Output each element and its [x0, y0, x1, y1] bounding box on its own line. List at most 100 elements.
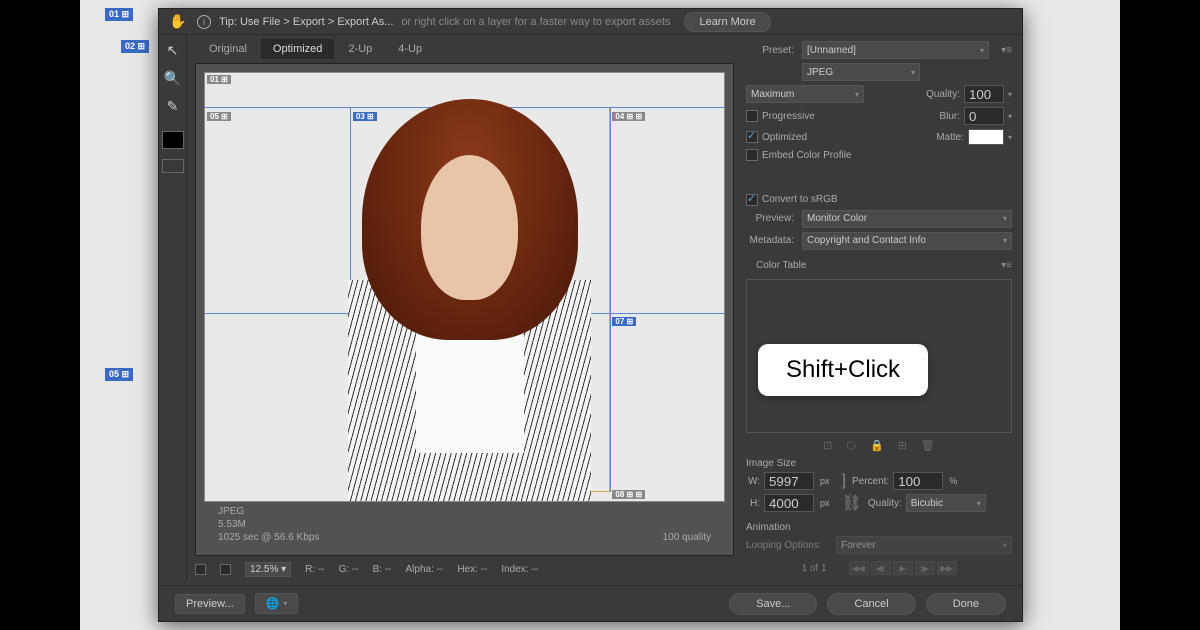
- percent-label: Percent:: [852, 476, 889, 487]
- learn-more-button[interactable]: Learn More: [684, 12, 770, 32]
- preset-label: Preset:: [746, 45, 798, 56]
- ct-trash-icon[interactable]: 🗑: [921, 439, 935, 452]
- resample-select[interactable]: Bicubic▾: [906, 494, 986, 512]
- compression-select[interactable]: Maximum▾: [746, 85, 864, 103]
- looping-select: Forever▾: [836, 536, 1012, 554]
- ct-icon-2[interactable]: ⬡: [846, 439, 856, 452]
- quality-label: Quality:: [926, 89, 960, 100]
- tip-text-prefix: Tip: Use File > Export > Export As...: [219, 16, 393, 28]
- blur-dropdown-icon[interactable]: ▾: [1008, 112, 1012, 121]
- resample-quality-label: Quality:: [868, 498, 902, 509]
- bottom-bar: Preview... 🌐 ▾ Save... Cancel Done: [159, 585, 1022, 621]
- width-label: W:: [746, 476, 760, 487]
- preview-label: Preview:: [746, 213, 798, 224]
- slice-badge-07[interactable]: 07 ⊞: [612, 317, 636, 326]
- color-table-menu-icon[interactable]: ▾≡: [1001, 260, 1012, 271]
- frame-counter: 1 of 1: [801, 563, 826, 574]
- cancel-button[interactable]: Cancel: [827, 593, 915, 615]
- info-g: G: --: [339, 564, 359, 575]
- foreground-swatch[interactable]: [162, 131, 184, 149]
- slice-badge-04: 04 ⊞ ⊞: [612, 112, 645, 121]
- matte-label: Matte:: [936, 132, 964, 143]
- hand-tool-icon[interactable]: ✋: [167, 11, 189, 33]
- link-bracket-icon[interactable]: ]: [840, 472, 848, 490]
- link-icon[interactable]: ⛓: [840, 493, 864, 513]
- matte-swatch[interactable]: [968, 129, 1004, 145]
- preset-select[interactable]: [Unnamed]▾: [802, 41, 989, 59]
- ct-icon-1[interactable]: ⊡: [823, 439, 832, 452]
- bg-slice-02: 02 ⊞: [121, 40, 149, 53]
- view-tabs: Original Optimized 2-Up 4-Up: [187, 35, 742, 59]
- ct-lock-icon[interactable]: 🔒: [870, 439, 884, 452]
- next-frame-button: |▶: [915, 561, 935, 575]
- tab-optimized[interactable]: Optimized: [261, 39, 335, 59]
- tab-4up[interactable]: 4-Up: [386, 39, 434, 59]
- height-input[interactable]: [764, 494, 814, 512]
- info-bar: 12.5% ▾ R: -- G: -- B: -- Alpha: -- Hex:…: [187, 558, 742, 581]
- tip-bar: ✋ i Tip: Use File > Export > Export As..…: [159, 9, 1022, 35]
- metadata-label: Metadata:: [746, 235, 798, 246]
- status-speed: 1025 sec @ 56.6 Kbps: [218, 532, 319, 543]
- browser-preview-button[interactable]: 🌐 ▾: [255, 593, 299, 614]
- progressive-checkbox[interactable]: [746, 110, 758, 122]
- percent-unit: %: [949, 476, 957, 486]
- status-format: JPEG: [218, 506, 319, 517]
- pointer-tool[interactable]: ↖: [162, 39, 184, 61]
- instruction-callout: Shift+Click: [758, 344, 928, 396]
- bg-slice-01: 01 ⊞: [105, 8, 133, 21]
- height-unit: px: [820, 498, 830, 508]
- info-alpha: Alpha: --: [406, 564, 444, 575]
- save-for-web-dialog: ✋ i Tip: Use File > Export > Export As..…: [158, 8, 1023, 622]
- color-table-label: Color Table: [756, 260, 806, 271]
- zoom-select[interactable]: 12.5% ▾: [245, 562, 291, 577]
- blur-input[interactable]: [964, 107, 1004, 125]
- first-frame-button: ◀◀: [849, 561, 869, 575]
- ct-new-icon[interactable]: ⊞: [898, 439, 907, 452]
- done-button[interactable]: Done: [926, 593, 1006, 615]
- save-button[interactable]: Save...: [729, 593, 817, 615]
- convert-srgb-checkbox[interactable]: [746, 194, 758, 206]
- info-index: Index: --: [501, 564, 538, 575]
- tab-original[interactable]: Original: [197, 39, 259, 59]
- tool-column: ↖ 🔍 ✎: [159, 35, 187, 581]
- info-icon: i: [197, 15, 211, 29]
- infobar-chk1[interactable]: [195, 564, 206, 575]
- metadata-select[interactable]: Copyright and Contact Info▾: [802, 232, 1012, 250]
- image-size-title: Image Size: [746, 458, 1012, 469]
- height-label: H:: [746, 498, 760, 509]
- percent-input[interactable]: [893, 472, 943, 490]
- looping-label: Looping Options:: [746, 540, 832, 551]
- width-unit: px: [820, 476, 830, 486]
- progressive-label: Progressive: [762, 111, 815, 122]
- format-select[interactable]: JPEG▾: [802, 63, 920, 81]
- status-quality: 100 quality: [663, 532, 711, 543]
- width-input[interactable]: [764, 472, 814, 490]
- preset-menu-icon[interactable]: ▾≡: [1001, 45, 1012, 56]
- color-table-toolbar: ⊡ ⬡ 🔒 ⊞ 🗑: [746, 439, 1012, 452]
- portrait-image: [335, 99, 605, 501]
- quality-dropdown-icon[interactable]: ▾: [1008, 90, 1012, 99]
- animation-title: Animation: [746, 522, 1012, 533]
- eyedropper-tool[interactable]: ✎: [162, 95, 184, 117]
- last-frame-button: ▶▶: [937, 561, 957, 575]
- info-b: B: --: [373, 564, 392, 575]
- embed-profile-checkbox[interactable]: [746, 149, 758, 161]
- settings-panel: Preset: [Unnamed]▾ ▾≡ JPEG▾ Maximum▾ Qua…: [742, 35, 1022, 581]
- matte-dropdown-icon[interactable]: ▾: [1008, 133, 1012, 142]
- preview-canvas[interactable]: 01 ⊞ 03 ⊞ 04 ⊞ ⊞ 05 ⊞ 06 07 ⊞ 08 ⊞ ⊞: [204, 72, 725, 502]
- infobar-chk2[interactable]: [220, 564, 231, 575]
- optimized-checkbox[interactable]: [746, 131, 758, 143]
- quality-input[interactable]: [964, 85, 1004, 103]
- info-hex: Hex: --: [457, 564, 487, 575]
- optimized-label: Optimized: [762, 132, 807, 143]
- tab-2up[interactable]: 2-Up: [336, 39, 384, 59]
- info-r: R: --: [305, 564, 324, 575]
- preview-button[interactable]: Preview...: [175, 594, 245, 614]
- status-bar: JPEG 5.53M 1025 sec @ 56.6 Kbps 100 qual…: [212, 502, 717, 547]
- toggle-slices-icon[interactable]: [162, 159, 184, 173]
- preview-select[interactable]: Monitor Color▾: [802, 210, 1012, 228]
- zoom-tool[interactable]: 🔍: [162, 67, 184, 89]
- slice-line-v2: [610, 107, 611, 492]
- slice-badge-08: 08 ⊞ ⊞: [612, 490, 645, 499]
- embed-profile-label: Embed Color Profile: [762, 150, 851, 161]
